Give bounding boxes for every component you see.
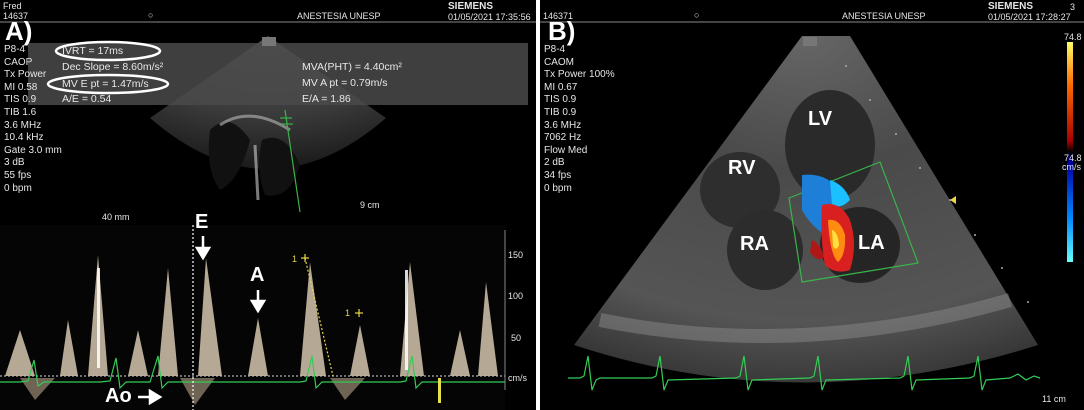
dec-slope-value: Dec Slope = 8.60m/s²: [62, 61, 164, 73]
panel-label: B): [548, 16, 576, 46]
param: Flow Med: [544, 144, 588, 156]
param: Gate 3.0 mm: [4, 144, 62, 156]
ra-label: RA: [740, 233, 769, 255]
vendor: SIEMENS: [988, 1, 1034, 12]
param: 34 fps: [544, 169, 572, 181]
sector-chamber: [208, 122, 250, 190]
orientation-dot: ○: [694, 10, 700, 20]
panel-b-graphics: [540, 21, 1084, 391]
param: 7062 Hz: [544, 132, 582, 144]
param: MI 0.67: [544, 81, 578, 93]
param: MI 0.58: [4, 81, 38, 93]
acquisition-params: P8-4 CAOM Tx Power 100% MI 0.67 TIS 0.9 …: [544, 44, 615, 195]
cursor-mark: 1: [345, 308, 351, 318]
param: 3.6 MHz: [4, 119, 42, 131]
depth-label: 9 cm: [360, 200, 380, 210]
param: 10.4 kHz: [4, 132, 44, 144]
mva-value: MVA(PHT) = 4.40cm²: [302, 61, 402, 73]
cursor-mark: 1: [292, 254, 298, 264]
vendor: SIEMENS: [448, 1, 494, 12]
param: Tx Power: [4, 69, 47, 81]
param: TIS 0.9: [4, 94, 37, 106]
scale-unit: cm/s: [508, 373, 527, 383]
color-scale-unit: cm/s: [1062, 162, 1081, 172]
param: CAOM: [544, 56, 574, 68]
color-velocity-bar: [1067, 42, 1073, 262]
datetime: 01/05/2021 17:28:27: [988, 12, 1071, 22]
probe-marker: [803, 37, 817, 46]
institution: ANESTESIA UNESP: [842, 11, 926, 21]
corner-number: 3: [1070, 2, 1076, 12]
param: P8-4: [544, 44, 566, 55]
datetime: 01/05/2021 17:35:56: [448, 12, 531, 22]
e-a-value: E/A = 1.86: [302, 93, 351, 105]
param: TIB 1.6: [4, 106, 37, 118]
depth-label: 11 cm: [1042, 394, 1066, 404]
a-e-value: A/E = 0.54: [62, 93, 112, 105]
acquisition-params: P8-4 CAOP Tx Power MI 0.58 TIS 0.9 TIB 1…: [4, 44, 62, 195]
param: TIB 0.9: [544, 106, 577, 118]
yellow-marker: [438, 378, 441, 403]
mv-e-value: MV E pt = 1.47m/s: [62, 78, 149, 90]
scale-tick: 100: [508, 291, 524, 301]
scale-tick: 50: [511, 333, 522, 343]
probe-marker: [262, 37, 276, 46]
param: 3 dB: [4, 157, 25, 169]
param: 0 bpm: [4, 182, 32, 194]
param: 55 fps: [4, 169, 32, 181]
param: 0 bpm: [544, 182, 572, 194]
ivrt-value: IVRT = 17ms: [62, 45, 124, 57]
param: Tx Power 100%: [544, 69, 615, 81]
param: CAOP: [4, 56, 33, 68]
user-name: Fred: [3, 1, 22, 11]
orientation-dot: ○: [148, 10, 154, 20]
param: 2 dB: [544, 157, 565, 169]
rv-label: RV: [728, 157, 756, 179]
la-label: LA: [858, 232, 885, 254]
param: P8-4: [4, 44, 26, 55]
panel-a-ultrasound: Fred 14637 ○ ANESTESIA UNESP SIEMENS 01/…: [0, 0, 536, 410]
sweep-label: 40 mm: [102, 212, 130, 222]
param: 3.6 MHz: [544, 119, 582, 131]
institution: ANESTESIA UNESP: [297, 11, 381, 21]
scale-tick: 150: [508, 250, 524, 260]
panel-b-ultrasound: 146371 ○ ANESTESIA UNESP SIEMENS 01/05/2…: [540, 0, 1084, 410]
panel-label: A): [5, 16, 33, 46]
lv-label: LV: [808, 108, 833, 130]
e-wave-label: E: [195, 211, 209, 233]
param: TIS 0.9: [544, 94, 577, 106]
a-wave-label: A: [250, 264, 265, 286]
mv-a-value: MV A pt = 0.79m/s: [302, 77, 388, 89]
color-scale-top: 74.8: [1064, 32, 1082, 42]
ao-label: Ao: [105, 385, 132, 407]
